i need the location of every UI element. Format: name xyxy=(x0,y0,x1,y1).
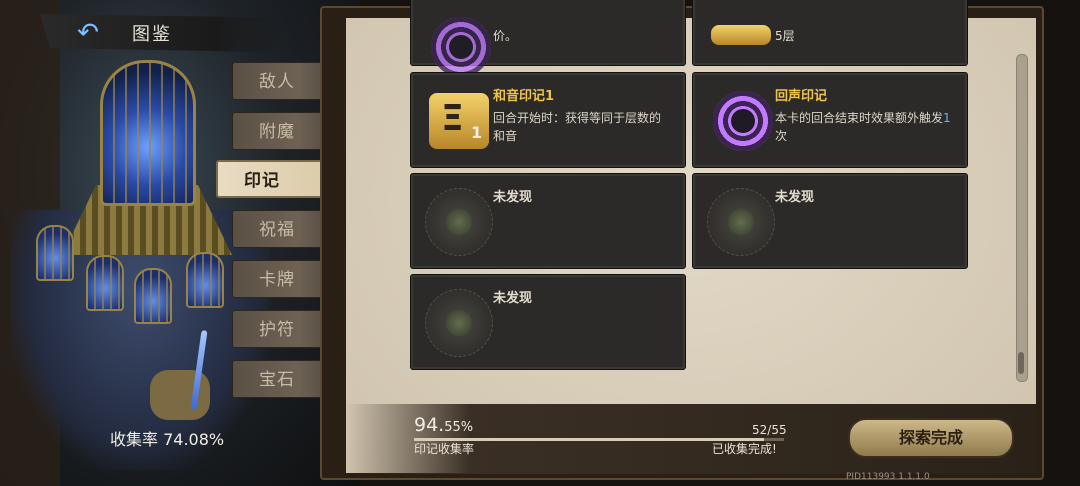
card-desc: 价。 xyxy=(493,29,518,43)
character-hand xyxy=(150,370,210,420)
seal-card[interactable]: 回声印记 本卡的回合结束时效果额外触发1次 xyxy=(692,72,968,168)
locked-seal-icon xyxy=(425,289,493,357)
seal-emblem-icon xyxy=(431,17,491,77)
card-desc: 回合开始时：获得等同于层数的和音 xyxy=(493,111,662,143)
seal-card[interactable]: Ξ 1 和音印记1 回合开始时：获得等同于层数的和音 xyxy=(410,72,686,168)
card-desc: 本卡的回合结束时效果额外触发1次 xyxy=(775,111,951,143)
card-name: 回声印记 xyxy=(775,89,828,104)
overall-collection-label: 收集率 xyxy=(110,430,159,449)
birdcage-head xyxy=(100,60,196,206)
card-name: 未发现 xyxy=(493,291,533,306)
back-arrow-icon[interactable]: ↶ xyxy=(68,18,108,48)
hanging-cage xyxy=(36,225,74,281)
hanging-cage xyxy=(86,255,124,311)
card-name: 未发现 xyxy=(775,190,815,205)
version-label: PID113993 1.1.1.0 xyxy=(846,472,930,482)
seal-card-partial[interactable]: 价。 xyxy=(410,0,686,77)
echo-seal-icon xyxy=(713,91,773,151)
seal-card-locked[interactable]: 未发现 xyxy=(410,274,686,370)
stack-count: 1 xyxy=(471,123,483,142)
seal-collection-percent: 94.55% xyxy=(414,414,474,436)
hanging-cage xyxy=(134,268,172,324)
collection-count: 52/55 xyxy=(752,423,787,437)
overall-collection-value: 74.08% xyxy=(163,430,225,449)
locked-seal-icon xyxy=(707,188,775,256)
locked-seal-icon xyxy=(425,188,493,256)
hanging-cage xyxy=(186,252,224,308)
card-desc: 5层 xyxy=(775,29,795,43)
seal-card-partial[interactable]: 5层 xyxy=(692,0,968,66)
card-name: 和音印记1 xyxy=(493,89,555,104)
explore-complete-button[interactable]: 探索完成 xyxy=(848,418,1014,458)
collection-complete-label: 已收集完成! xyxy=(712,442,777,456)
seal-card-locked[interactable]: 未发现 xyxy=(410,173,686,269)
overall-collection-rate: 收集率 74.08% xyxy=(110,426,224,450)
seal-card-locked[interactable]: 未发现 xyxy=(692,173,968,269)
scrollbar[interactable] xyxy=(1016,54,1028,382)
seal-collection-label: 印记收集率 xyxy=(414,442,475,456)
scroll-thumb[interactable] xyxy=(1018,352,1024,374)
seal-emblem-icon xyxy=(711,25,771,45)
page-title: 图鉴 xyxy=(132,24,172,45)
card-name: 未发现 xyxy=(493,190,533,205)
